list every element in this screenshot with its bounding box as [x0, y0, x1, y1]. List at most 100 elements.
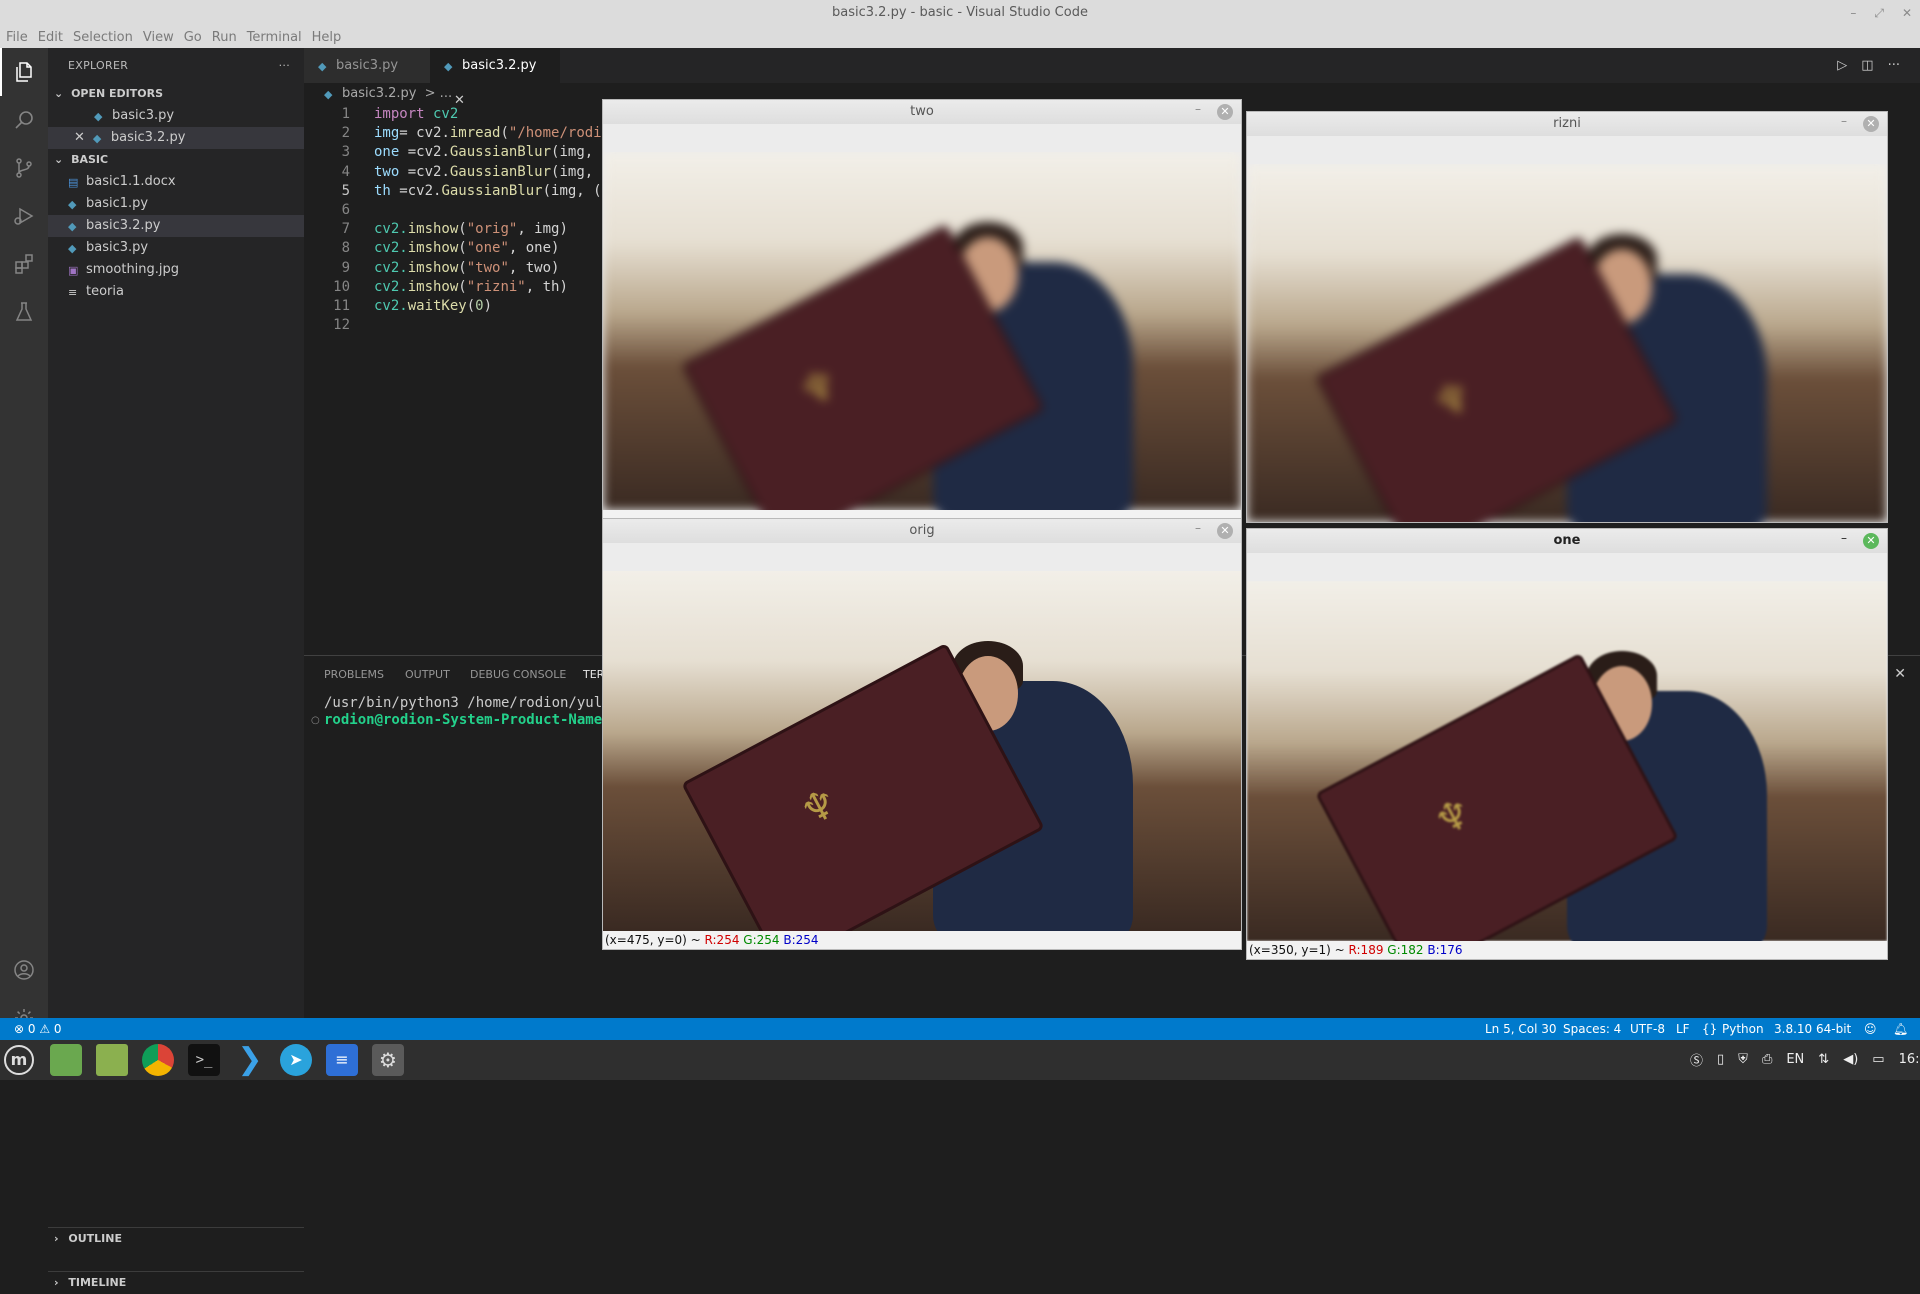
file-item[interactable]: ≡ teoria — [48, 281, 304, 303]
cv-window-orig[interactable]: orig – ✕ ♆ (x=475, y=0) ~ R:254 G:254 B:… — [602, 518, 1242, 950]
search-icon[interactable] — [0, 96, 48, 144]
python-interpreter[interactable]: 3.8.10 64-bit — [1774, 1018, 1851, 1040]
close-icon[interactable]: ✕ — [1863, 116, 1879, 132]
terminal-icon[interactable]: >_ — [188, 1044, 220, 1076]
code-token: ( — [458, 240, 467, 257]
breadcrumb-rest[interactable]: > ... — [425, 86, 452, 101]
outline-section[interactable]: › OUTLINE — [48, 1227, 304, 1249]
keyboard-layout[interactable]: EN — [1786, 1052, 1804, 1067]
menu-run[interactable]: Run — [212, 30, 237, 45]
files-folder-icon[interactable] — [96, 1044, 128, 1076]
menu-edit[interactable]: Edit — [38, 30, 63, 45]
tab-problems[interactable]: PROBLEMS — [324, 668, 384, 681]
close-icon[interactable]: ✕ — [1863, 533, 1879, 549]
open-editors-section[interactable]: ⌄ OPEN EDITORS — [48, 83, 304, 105]
run-debug-icon[interactable] — [0, 192, 48, 240]
code-token: (img, — [551, 163, 594, 180]
testing-icon[interactable] — [0, 288, 48, 336]
close-panel-icon[interactable]: ✕ — [1894, 666, 1906, 682]
close-icon[interactable]: ✕ — [74, 130, 85, 145]
end-of-line[interactable]: LF — [1676, 1018, 1690, 1040]
tab-basic3-2[interactable]: ◆ basic3.2.py ✕ — [430, 48, 560, 108]
minimize-icon[interactable]: – — [1850, 6, 1856, 20]
line-number: 10 — [333, 278, 350, 295]
minimize-icon[interactable]: – — [1841, 531, 1847, 545]
tab-debug-console[interactable]: DEBUG CONSOLE — [470, 668, 566, 681]
vscode-icon[interactable]: ❯ — [234, 1044, 266, 1076]
notifications-icon[interactable]: 🔔︎ — [1893, 1018, 1908, 1040]
folder-section[interactable]: ⌄ BASIC — [48, 149, 304, 171]
cv-window-one[interactable]: one – ✕ ♆ (x=350, y=1) ~ R:189 G:182 B:1… — [1246, 528, 1888, 960]
cursor-position[interactable]: Ln 5, Col 30 — [1485, 1018, 1557, 1040]
extensions-icon[interactable] — [0, 240, 48, 288]
more-actions-icon[interactable]: ··· — [279, 48, 290, 83]
close-icon[interactable]: ✕ — [1217, 104, 1233, 120]
feedback-icon[interactable]: ☺ — [1864, 1018, 1877, 1040]
show-desktop-icon[interactable] — [50, 1044, 82, 1076]
window-title: basic3.2.py - basic - Visual Studio Code — [0, 0, 1920, 26]
terminal-circle-icon: ○ — [311, 715, 320, 726]
source-control-icon[interactable] — [0, 144, 48, 192]
mint-menu-icon[interactable]: m — [4, 1045, 34, 1075]
more-actions-icon[interactable]: ··· — [1888, 58, 1900, 73]
explorer-icon[interactable] — [0, 48, 48, 96]
network-icon[interactable]: ⇅ — [1818, 1052, 1829, 1067]
split-editor-icon[interactable]: ◫ — [1861, 58, 1873, 73]
account-icon[interactable] — [0, 946, 48, 994]
window-controls: – ⤢ ✕ — [1850, 0, 1912, 26]
code-token: =cv2. — [399, 163, 450, 180]
menu-terminal[interactable]: Terminal — [247, 30, 302, 45]
indentation[interactable]: Spaces: 4 — [1563, 1018, 1621, 1040]
file-item[interactable]: ◆ basic1.py — [48, 193, 304, 215]
menu-selection[interactable]: Selection — [73, 30, 133, 45]
timeline-section[interactable]: › TIMELINE — [48, 1271, 304, 1293]
clock[interactable]: 16:36 — [1899, 1052, 1920, 1067]
cv-window-two[interactable]: two – ✕ ♆ — [602, 99, 1242, 519]
line-number: 7 — [341, 221, 350, 238]
skype-icon[interactable]: Ⓢ — [1690, 1050, 1703, 1069]
settings-gear-icon[interactable]: ⚙ — [372, 1044, 404, 1076]
battery-icon[interactable]: ▭ — [1872, 1052, 1884, 1067]
menu-view[interactable]: View — [143, 30, 174, 45]
text-editor-icon[interactable]: ≡ — [326, 1044, 358, 1076]
telegram-icon[interactable]: ➤ — [280, 1044, 312, 1076]
tab-basic3[interactable]: ◆ basic3.py — [304, 48, 430, 83]
volume-icon[interactable]: ◀︎) — [1843, 1052, 1858, 1067]
maximize-icon[interactable]: ⤢ — [1874, 6, 1884, 21]
breadcrumb-file[interactable]: basic3.2.py — [342, 86, 417, 101]
code-token: GaussianBlur — [449, 163, 552, 180]
tab-output[interactable]: OUTPUT — [405, 668, 450, 681]
minimize-icon[interactable]: – — [1841, 114, 1847, 128]
shield-icon[interactable]: ⛨ — [1738, 1052, 1748, 1067]
file-item[interactable]: ◆ basic3.py — [48, 237, 304, 259]
line-number: 1 — [341, 106, 350, 122]
language-mode[interactable]: Python — [1722, 1018, 1764, 1040]
code-line: import cv2 — [374, 105, 458, 124]
file-item[interactable]: ◆ basic3.2.py — [48, 215, 304, 237]
code-line: cv2.imshow("rizni", th) — [374, 278, 568, 297]
printer-icon[interactable]: ⎙ — [1762, 1052, 1772, 1067]
close-icon[interactable]: ✕ — [1902, 6, 1912, 20]
cv-window-rizni[interactable]: rizni – ✕ ♆ — [1246, 111, 1888, 523]
code-token: th — [374, 182, 391, 199]
encoding[interactable]: UTF-8 — [1630, 1018, 1665, 1040]
minimize-icon[interactable]: – — [1195, 521, 1201, 535]
menu-help[interactable]: Help — [312, 30, 342, 45]
run-icon[interactable]: ▷ — [1837, 58, 1847, 73]
close-icon[interactable]: ✕ — [1217, 523, 1233, 539]
code-token: "two" — [466, 259, 509, 276]
menu-go[interactable]: Go — [184, 30, 202, 45]
code-token: ( — [458, 259, 467, 276]
menu-file[interactable]: File — [6, 30, 28, 45]
problems-count[interactable]: ⊗ 0 ⚠ 0 — [14, 1018, 62, 1040]
file-item[interactable]: ▣ smoothing.jpg — [48, 259, 304, 281]
open-editor-item[interactable]: ✕ ◆ basic3.2.py — [48, 127, 304, 149]
file-item[interactable]: ▤ basic1.1.docx — [48, 171, 304, 193]
tab-label: basic3.2.py — [462, 58, 537, 73]
terminal-prompt[interactable]: rodion@rodion-System-Product-Name:~ — [324, 712, 619, 728]
minimize-icon[interactable]: – — [1195, 102, 1201, 116]
clipboard-icon[interactable]: ▯ — [1717, 1052, 1724, 1067]
python-file-icon: ◆ — [68, 198, 77, 211]
chrome-icon[interactable] — [142, 1044, 174, 1076]
open-editor-item[interactable]: ◆ basic3.py — [48, 105, 304, 127]
